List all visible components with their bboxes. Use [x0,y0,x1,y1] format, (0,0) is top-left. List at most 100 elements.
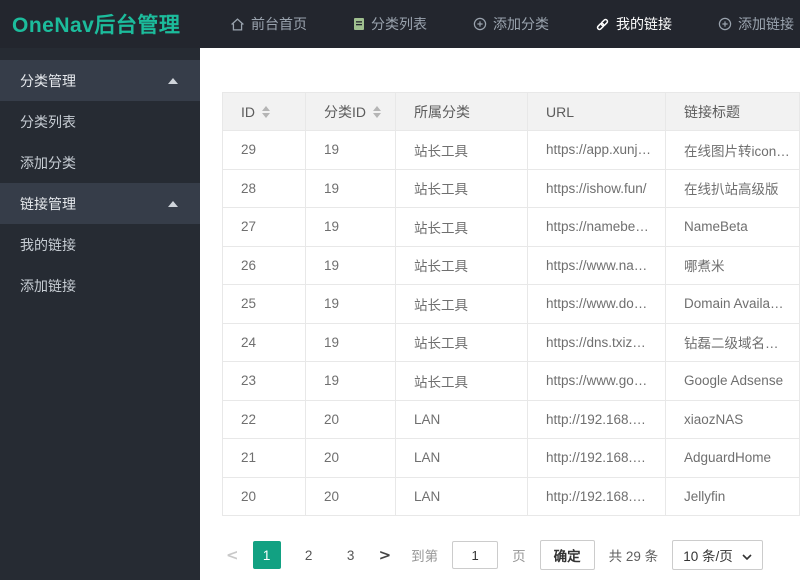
table-row: 25 19 站长工具 https://www.do… Domain Availa… [222,284,800,324]
main-content: ID 分类ID 所属分类 URL 链接标题 29 19 站长工具 https://app.xu… [200,48,800,580]
sidebar-item-my-links[interactable]: 我的链接 [0,224,200,265]
table-cell: 22 [222,399,306,439]
page-size-value: 10 条/页 [683,549,733,564]
links-table: ID 分类ID 所属分类 URL 链接标题 29 19 站长工具 https://app.xu… [222,92,800,516]
table-row: 23 19 站长工具 https://www.go… Google Adsense [222,361,800,401]
table-cell: 站长工具 [395,207,528,247]
table-cell: https://dns.txiz… [527,322,666,362]
column-header-label: 所属分类 [414,103,470,120]
table-cell: AdguardHome [665,438,800,478]
table-cell: 19 [305,361,396,401]
sort-icon[interactable] [373,105,381,118]
table-cell: 在线扒站高级版 [665,168,800,208]
table-cell: 28 [222,168,306,208]
sidebar-item-add-links[interactable]: 添加链接 [0,265,200,306]
topbar: OneNav后台管理 前台首页 分类列表 添加分类 我的链接 添加链接 [0,0,800,48]
table-cell: 19 [305,130,396,170]
next-page-button[interactable]: > [379,546,392,564]
table-cell: https://www.do… [527,284,666,324]
table-cell: http://192.168.… [527,476,666,516]
table-cell: Jellyfin [665,476,800,516]
table-row: 22 20 LAN http://192.168.… xiaozNAS [222,399,800,439]
column-header-label: 链接标题 [684,103,740,120]
sidebar-section-link-manage[interactable]: 链接管理 [0,183,200,224]
page-button-1[interactable]: 1 [252,541,281,569]
table-cell: 19 [305,245,396,285]
page-size-select[interactable]: 10 条/页 [672,540,763,570]
table-cell: https://ishow.fun/ [527,168,666,208]
table-cell: LAN [395,438,528,478]
table-cell: 站长工具 [395,130,528,170]
topbar-nav-category-list[interactable]: 分类列表 [353,14,427,34]
file-icon [353,17,365,31]
table-cell: 27 [222,207,306,247]
table-cell: 19 [305,284,396,324]
table-cell: 哪煮米 [665,245,800,285]
sidebar-section-label: 链接管理 [20,195,76,212]
table-row: 21 20 LAN http://192.168.… AdguardHome [222,438,800,478]
goto-label: 到第 [411,549,439,564]
table-cell: 25 [222,284,306,324]
table-cell: 26 [222,245,306,285]
chevron-up-icon [168,77,178,84]
table-cell: 站长工具 [395,322,528,362]
table-cell: 20 [305,399,396,439]
topbar-nav-label: 我的链接 [616,16,672,32]
table-row: 28 19 站长工具 https://ishow.fun/在线扒站高级版 [222,168,800,208]
topbar-nav-label: 添加分类 [493,16,549,32]
table-cell: https://www.na… [527,245,666,285]
page-button-2[interactable]: 2 [295,541,323,569]
topbar-nav-label: 分类列表 [371,16,427,32]
table-row: 27 19 站长工具 https://namebe… NameBeta [222,207,800,247]
table-cell: 20 [305,438,396,478]
table-cell: LAN [395,476,528,516]
table-cell: 站长工具 [395,361,528,401]
column-header: 分类ID [305,92,396,131]
table-cell: 20 [305,476,396,516]
column-header: ID [222,92,306,131]
confirm-button[interactable]: 确定 [539,540,595,570]
sidebar-section-label: 分类管理 [20,72,76,89]
plus-circle-icon [718,17,732,31]
column-header-label: URL [546,103,575,120]
table-cell: 20 [222,476,306,516]
table-cell: https://app.xunj… [527,130,666,170]
pagination: < 123 > 到第 页 确定 共 29 条 10 条/页 [226,540,763,570]
page-button-3[interactable]: 3 [337,541,365,569]
topbar-nav-home[interactable]: 前台首页 [230,14,307,34]
column-header: 所属分类 [395,92,528,131]
sidebar-section-category-manage[interactable]: 分类管理 [0,60,200,101]
table-cell: NameBeta [665,207,800,247]
table-cell: 站长工具 [395,168,528,208]
topbar-nav-add-links[interactable]: 添加链接 [718,14,794,34]
topbar-nav-my-links[interactable]: 我的链接 [595,14,672,34]
table-cell: Domain Availa… [665,284,800,324]
prev-page-button[interactable]: < [226,546,239,564]
table-cell: 钻磊二级域名… [665,322,800,362]
table-cell: https://namebe… [527,207,666,247]
topbar-nav-label: 前台首页 [251,16,307,32]
column-header: 链接标题 [665,92,800,131]
table-cell: 29 [222,130,306,170]
sidebar-item-add-category[interactable]: 添加分类 [0,142,200,183]
sidebar-item-category-list[interactable]: 分类列表 [0,101,200,142]
app-logo: OneNav后台管理 [12,14,181,37]
goto-page-input[interactable] [452,541,499,569]
table-cell: http://192.168.… [527,399,666,439]
table-cell: 在线图片转icon… [665,130,800,170]
column-header-label: 分类ID [324,103,366,120]
link-icon [595,17,610,32]
chevron-up-icon [168,200,178,207]
sort-icon[interactable] [262,105,270,118]
page-buttons: 123 [252,541,365,569]
topbar-nav-label: 添加链接 [738,16,794,32]
table-row: 20 20 LAN http://192.168.… Jellyfin [222,476,800,516]
topbar-nav-add-category[interactable]: 添加分类 [473,14,549,34]
table-cell: 站长工具 [395,284,528,324]
table-body: 29 19 站长工具 https://app.xunj… 在线图片转icon… 28 19 站… [222,130,800,516]
table-cell: 19 [305,322,396,362]
table-cell: 站长工具 [395,245,528,285]
topbar-nav: 前台首页 分类列表 添加分类 我的链接 添加链接 [230,14,794,34]
column-header-label: ID [241,103,255,120]
table-cell: https://www.go… [527,361,666,401]
